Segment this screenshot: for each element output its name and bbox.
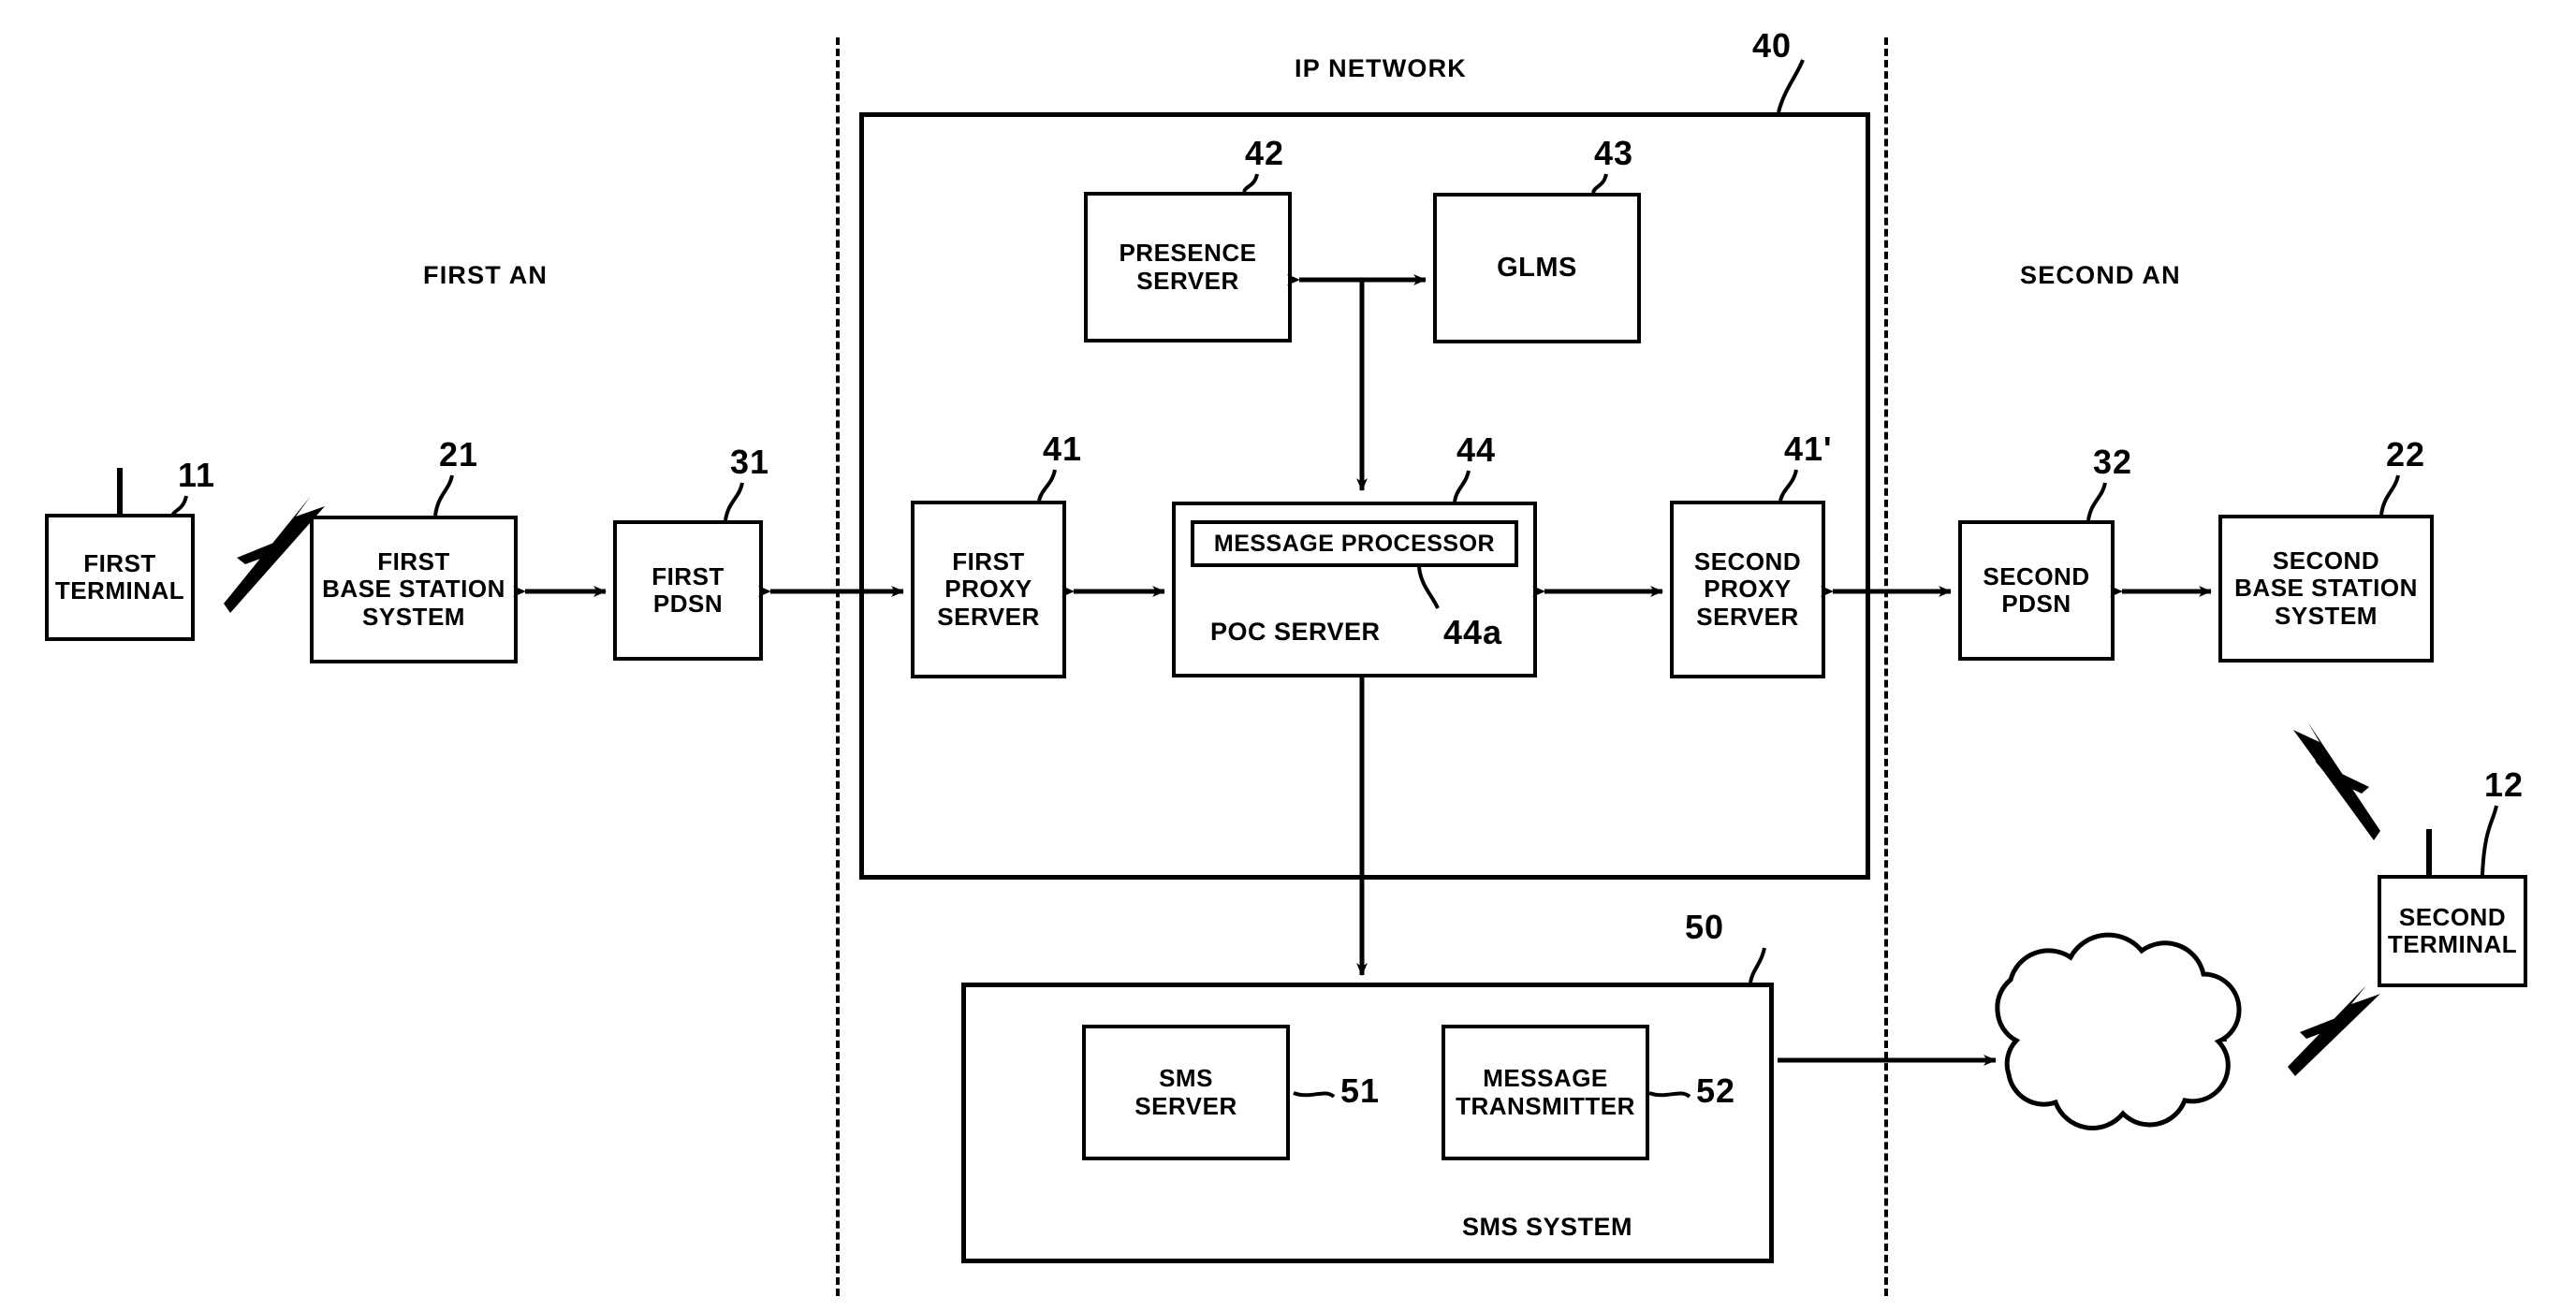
ip-network-frame [859, 112, 1870, 880]
leader-50 [1749, 947, 1766, 983]
patent-figure-canvas: FIRST AN IP NETWORK SECOND AN 40 SMS SYS… [0, 0, 2576, 1311]
ref-number-11: 11 [178, 456, 216, 494]
block-glms-line-1: GLMS [1497, 253, 1577, 284]
zone-label-second-an: SECOND AN [2020, 261, 2181, 289]
ref-number-41-prime: 41' [1784, 430, 1833, 468]
ref-number-44: 44 [1456, 430, 1497, 469]
block-presence-server[interactable]: PRESENCE SERVER [1084, 192, 1292, 342]
lightning-second-bss-to-terminal [2293, 721, 2380, 840]
block-second-base-station-system[interactable]: SECOND BASE STATION SYSTEM [2218, 515, 2434, 663]
block-first-base-station-system[interactable]: FIRST BASE STATION SYSTEM [310, 516, 518, 663]
ref-number-31: 31 [730, 443, 770, 481]
ref-number-40: 40 [1752, 26, 1793, 65]
block-first-terminal-line-1: FIRST [83, 548, 156, 577]
leader-22 [2379, 474, 2400, 516]
lightning-mobile-network-to-second-terminal [2288, 985, 2380, 1076]
block-first-proxy-line-1: FIRST [952, 547, 1025, 576]
block-first-terminal-line-2: TERMINAL [54, 576, 185, 605]
block-message-transmitter[interactable]: MESSAGE TRANSMITTER [1442, 1025, 1649, 1160]
block-message-transmitter-line-1: MESSAGE [1483, 1064, 1608, 1093]
ref-number-50: 50 [1685, 908, 1725, 946]
cloud-mobile-communication-network-text: MOBILE COMMUNICATION NETWORK [2003, 998, 2256, 1072]
ref-number-51: 51 [1340, 1071, 1381, 1110]
block-second-bss-line-3: SYSTEM [2275, 601, 2378, 630]
leader-40 [1777, 59, 1805, 113]
ref-number-52: 52 [1696, 1071, 1736, 1110]
leader-11 [170, 495, 188, 517]
block-second-terminal-line-1: SECOND [2398, 902, 2507, 931]
block-sms-server[interactable]: SMS SERVER [1082, 1025, 1290, 1160]
block-sms-server-line-2: SERVER [1134, 1091, 1237, 1120]
ref-number-42: 42 [1245, 134, 1285, 172]
block-poc-server-label: POC SERVER [1210, 618, 1381, 646]
ref-number-43: 43 [1594, 134, 1634, 172]
block-second-terminal-line-2: TERMINAL [2387, 930, 2518, 958]
zone-label-ip-network: IP NETWORK [1295, 54, 1468, 82]
leader-32 [2086, 482, 2107, 521]
ref-number-44a: 44a [1443, 613, 1503, 651]
block-message-transmitter-line-2: TRANSMITTER [1456, 1091, 1635, 1120]
ref-number-41: 41 [1043, 430, 1083, 468]
ref-number-12: 12 [2484, 765, 2525, 804]
leader-12 [2481, 805, 2498, 876]
block-presence-server-line-2: SERVER [1136, 266, 1239, 295]
block-message-processor-label: MESSAGE PROCESSOR [1213, 530, 1496, 557]
block-first-proxy-line-2: PROXY [944, 575, 1032, 604]
block-presence-server-line-1: PRESENCE [1119, 239, 1257, 268]
cloud-label-line-3: NETWORK [2070, 1046, 2189, 1072]
block-second-pdsn-line-2: PDSN [2001, 590, 2071, 618]
block-second-terminal[interactable]: SECOND TERMINAL [2378, 875, 2527, 987]
block-first-pdsn[interactable]: FIRST PDSN [613, 520, 763, 661]
block-first-proxy-line-3: SERVER [937, 602, 1040, 631]
block-first-bss-line-3: SYSTEM [362, 602, 465, 631]
block-first-pdsn-line-1: FIRST [651, 561, 724, 590]
block-sms-server-line-1: SMS [1159, 1064, 1213, 1093]
ref-number-21: 21 [439, 435, 479, 473]
block-first-terminal[interactable]: FIRST TERMINAL [45, 514, 195, 641]
divider-first-an-ip-network [836, 37, 840, 1296]
block-message-processor[interactable]: MESSAGE PROCESSOR [1191, 520, 1518, 567]
block-second-proxy-line-1: SECOND [1693, 547, 1802, 576]
ref-number-22: 22 [2386, 435, 2426, 473]
block-second-pdsn-line-1: SECOND [1983, 561, 2090, 590]
block-first-pdsn-line-2: PDSN [652, 590, 724, 618]
zone-label-first-an: FIRST AN [423, 261, 549, 289]
leader-31 [724, 482, 744, 521]
block-second-proxy-line-2: PROXY [1704, 575, 1792, 604]
leader-21 [433, 474, 454, 517]
block-second-proxy-server[interactable]: SECOND PROXY SERVER [1670, 501, 1825, 678]
cloud-label-line-2: COMMUNICATION [2030, 1022, 2229, 1048]
block-second-bss-line-1: SECOND [2272, 546, 2380, 575]
ref-number-32: 32 [2093, 443, 2133, 481]
block-second-pdsn[interactable]: SECOND PDSN [1958, 520, 2115, 661]
block-second-proxy-line-3: SERVER [1696, 602, 1799, 631]
block-first-proxy-server[interactable]: FIRST PROXY SERVER [911, 501, 1066, 678]
block-first-bss-line-1: FIRST [377, 547, 450, 576]
divider-ip-network-second-an [1884, 37, 1888, 1296]
block-second-bss-line-2: BASE STATION [2234, 574, 2418, 603]
block-first-bss-line-2: BASE STATION [322, 575, 505, 604]
cloud-label-line-1: MOBILE [2085, 998, 2174, 1023]
block-glms[interactable]: GLMS [1433, 193, 1641, 343]
sms-system-label: SMS SYSTEM [1462, 1213, 1633, 1241]
